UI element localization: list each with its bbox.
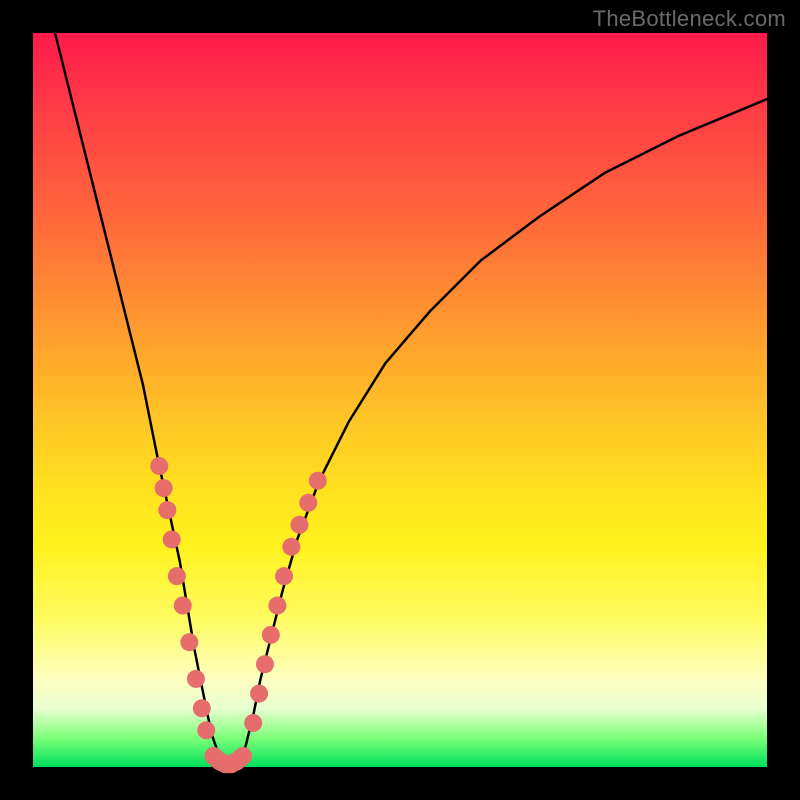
marker-dot	[290, 516, 308, 534]
plot-area	[33, 33, 767, 767]
marker-dot	[256, 655, 274, 673]
marker-dot	[275, 567, 293, 585]
curve-lines	[55, 33, 767, 766]
marker-dot	[187, 670, 205, 688]
series-left-branch	[55, 33, 222, 763]
marker-dot	[250, 685, 268, 703]
marker-dot	[155, 479, 173, 497]
marker-dot	[193, 699, 211, 717]
marker-dot	[268, 597, 286, 615]
marker-dot	[282, 538, 300, 556]
marker-dot	[180, 633, 198, 651]
outer-frame: TheBottleneck.com	[0, 0, 800, 800]
marker-dot	[299, 494, 317, 512]
marker-dot	[234, 747, 252, 765]
marker-dots	[150, 457, 327, 773]
chart-svg	[33, 33, 767, 767]
marker-dot	[163, 530, 181, 548]
marker-dot	[309, 472, 327, 490]
marker-dot	[244, 714, 262, 732]
marker-dot	[197, 721, 215, 739]
series-right-branch	[240, 99, 767, 763]
watermark-text: TheBottleneck.com	[593, 6, 786, 32]
marker-dot	[158, 501, 176, 519]
marker-dot	[174, 597, 192, 615]
marker-dot	[168, 567, 186, 585]
marker-dot	[262, 626, 280, 644]
marker-dot	[150, 457, 168, 475]
